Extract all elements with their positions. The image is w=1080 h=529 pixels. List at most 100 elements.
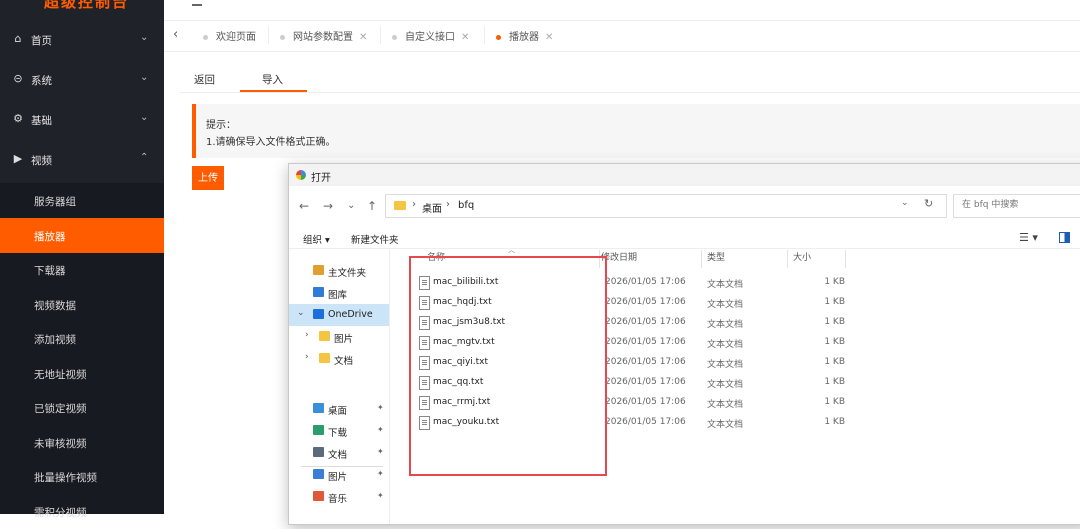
column-size[interactable]: 大小 <box>793 250 811 268</box>
file-type: 文本文档 <box>707 320 744 330</box>
forward-arrow-icon[interactable]: → <box>323 199 333 213</box>
onedrive-icon <box>313 309 324 319</box>
column-type[interactable]: 类型 <box>707 250 725 268</box>
music-icon <box>313 491 324 501</box>
column-divider <box>787 250 788 268</box>
search-box[interactable] <box>953 194 1080 218</box>
nav-pane-divider <box>301 466 383 467</box>
view-options-icon[interactable]: ☰ ▾ <box>1019 231 1038 244</box>
nav-pane-item[interactable]: 图库 <box>289 282 389 304</box>
file-size: 1 KB <box>824 397 845 407</box>
file-type: 文本文档 <box>707 380 744 390</box>
sidebar: 超级控制台 ⌂ 首页 ⌄ ⊝ 系统 ⌄ ⚙ 基础 ⌄ ▶ 视频 ⌃ 服务器组播放器下载… <box>0 0 164 519</box>
sidebar-subitem-label: 已锁定视频 <box>34 403 87 415</box>
sidebar-subitem-label: 批量操作视频 <box>34 472 97 484</box>
sidebar-subitem[interactable]: 视频数据 <box>0 287 164 322</box>
sidebar-subitem[interactable]: 无地址视频 <box>0 356 164 391</box>
tab-label: 网站参数配置 <box>293 32 353 43</box>
sidebar-item-video[interactable]: ▶ 视频 ⌃ <box>0 140 164 180</box>
chevron-down-icon[interactable]: ⌄ <box>297 308 305 318</box>
sidebar-subitem-label: 需积分视频 <box>34 506 87 519</box>
nav-pane-label: 文档 <box>334 356 354 367</box>
sidebar-item-gear[interactable]: ⚙ 基础 ⌄ <box>0 100 164 140</box>
breadcrumb-bfq[interactable]: bfq <box>458 200 474 211</box>
sidebar-subitem[interactable]: 需积分视频 <box>0 494 164 529</box>
sidebar-subitem[interactable]: 已锁定视频 <box>0 390 164 425</box>
preview-pane-icon[interactable] <box>1059 232 1070 243</box>
tab-item[interactable]: 播放器 ✕ <box>496 28 553 44</box>
upload-button[interactable]: 上传 <box>192 166 224 190</box>
download-icon <box>313 425 324 435</box>
file-date: 2026/01/05 17:06 <box>605 397 686 407</box>
sidebar-subitem[interactable]: 服务器组 <box>0 183 164 218</box>
nav-pane-item[interactable]: › 图片 <box>289 326 389 348</box>
tab-dot-icon <box>496 34 501 40</box>
file-date: 2026/01/05 17:06 <box>605 277 686 287</box>
sidebar-subitem[interactable]: 添加视频 <box>0 321 164 356</box>
up-arrow-icon[interactable]: ↑ <box>367 199 377 213</box>
breadcrumb-desktop[interactable]: 桌面 <box>422 200 442 215</box>
nav-pane-item[interactable]: 图片 ✦ <box>289 464 389 486</box>
navigation-pane: 主文件夹 图库 ⌄ OneDrive › 图片 › 文档 桌面 ✦ 下载 ✦ 文档 ✦ 图片 ✦ 音乐 ✦ <box>289 250 390 524</box>
brand-title: 超级控制台 <box>44 0 130 11</box>
nav-pane-label: 下载 <box>328 428 348 439</box>
tab-dot-icon <box>392 34 397 40</box>
tabs-scroll-left-icon[interactable]: ‹ <box>173 27 178 42</box>
tab-item[interactable]: 欢迎页面 <box>203 28 256 44</box>
sidebar-subitem-label: 播放器 <box>34 230 66 243</box>
nav-pane-item[interactable]: ⌄ OneDrive <box>289 304 389 326</box>
nav-pane-label: 图片 <box>334 334 354 345</box>
tab-label: 欢迎页面 <box>216 32 256 43</box>
top-header <box>164 0 1080 14</box>
chevron-icon: ⌃ <box>140 152 149 163</box>
sidebar-item-home[interactable]: ⌂ 首页 ⌄ <box>0 20 164 60</box>
chevron-right-icon: › <box>412 199 416 210</box>
close-icon[interactable]: ✕ <box>359 32 367 43</box>
nav-pane-item[interactable]: 主文件夹 <box>289 260 389 282</box>
chevron-icon: ⌄ <box>140 32 149 43</box>
nav-pane-item[interactable]: 下载 ✦ <box>289 420 389 442</box>
active-tab-indicator <box>240 90 307 92</box>
chevron-icon: ⌄ <box>140 72 149 83</box>
nav-pane-item[interactable]: 音乐 ✦ <box>289 486 389 508</box>
sidebar-subitem[interactable]: 播放器 <box>0 217 164 253</box>
close-icon[interactable]: ✕ <box>545 32 553 43</box>
sidebar-subitem[interactable]: 批量操作视频 <box>0 459 164 494</box>
nav-pane-item[interactable]: › 文档 <box>289 348 389 370</box>
tab-back[interactable]: 返回 <box>194 72 215 87</box>
nav-pane-item[interactable]: 文档 ✦ <box>289 442 389 464</box>
pin-icon: ✦ <box>377 403 384 412</box>
sidebar-item-system[interactable]: ⊝ 系统 ⌄ <box>0 60 164 100</box>
file-date: 2026/01/05 17:06 <box>605 297 686 307</box>
file-date: 2026/01/05 17:06 <box>605 317 686 327</box>
tips-box: 提示： 1.请确保导入文件格式正确。 <box>192 104 1080 158</box>
organize-button[interactable]: 组织 ▾ <box>303 232 330 246</box>
menu-toggle-icon[interactable] <box>192 0 202 6</box>
address-bar[interactable]: › 桌面 › bfq ⌄ ↻ <box>385 194 947 218</box>
file-type: 文本文档 <box>707 420 744 430</box>
home-icon: ⌂ <box>14 32 22 45</box>
address-dropdown-icon[interactable]: ⌄ <box>901 198 909 208</box>
tab-item[interactable]: 自定义接口 ✕ <box>392 28 469 44</box>
refresh-icon[interactable]: ↻ <box>924 197 933 210</box>
new-folder-button[interactable]: 新建文件夹 <box>351 232 399 246</box>
close-icon[interactable]: ✕ <box>461 32 469 43</box>
video-submenu: 服务器组播放器下载器 视频数据 添加视频 无地址视频已锁定视频未审核视频批量操作视频需… <box>0 183 164 519</box>
tab-import[interactable]: 导入 <box>262 72 283 87</box>
back-arrow-icon[interactable]: ← <box>299 199 309 213</box>
sidebar-subitem[interactable]: 下载器 <box>0 252 164 287</box>
tips-title: 提示： <box>206 120 236 131</box>
page-tabs-divider <box>180 92 1080 93</box>
tab-item[interactable]: 网站参数配置 ✕ <box>280 28 367 44</box>
search-input[interactable] <box>960 199 1080 211</box>
nav-pane-item[interactable]: 桌面 ✦ <box>289 398 389 420</box>
tab-divider <box>380 26 381 44</box>
document-icon <box>313 447 324 457</box>
desktop-icon <box>313 403 324 413</box>
chevron-right-icon[interactable]: › <box>305 330 309 340</box>
chevron-right-icon[interactable]: › <box>305 352 309 362</box>
sidebar-subitem[interactable]: 未审核视频 <box>0 425 164 460</box>
chevron-icon: ⌄ <box>140 112 149 123</box>
recent-locations-icon[interactable]: ⌄ <box>347 200 355 211</box>
file-size: 1 KB <box>824 277 845 287</box>
